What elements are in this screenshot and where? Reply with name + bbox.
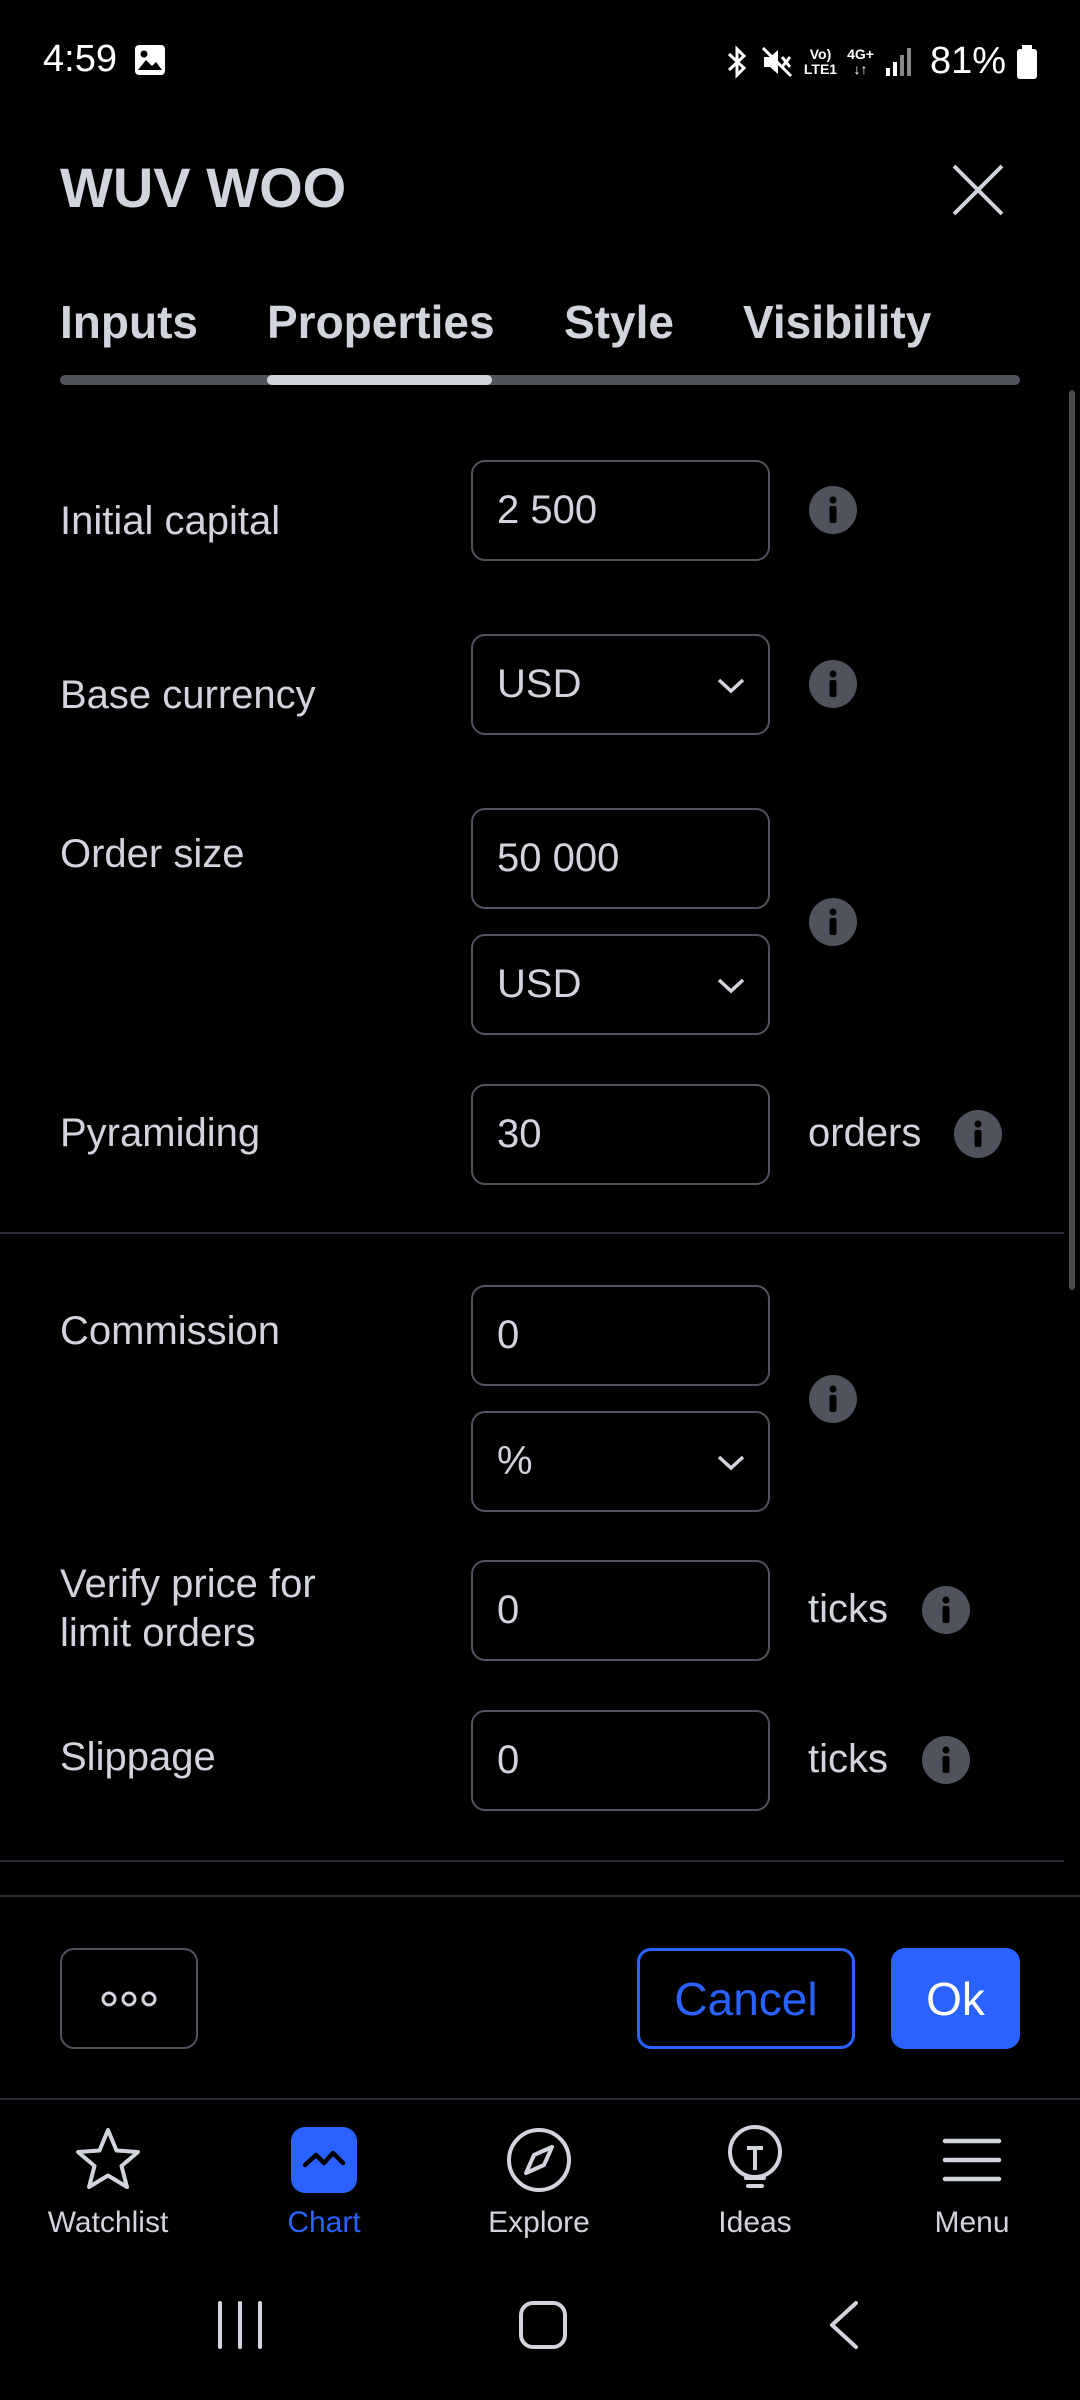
info-icon[interactable] bbox=[809, 1375, 857, 1423]
section-divider bbox=[0, 1860, 1064, 1862]
cancel-button[interactable]: Cancel bbox=[637, 1948, 855, 2049]
chevron-down-icon bbox=[717, 678, 745, 693]
recent-apps-icon[interactable] bbox=[212, 2300, 268, 2350]
order-size-unit-select[interactable]: USD bbox=[471, 934, 770, 1035]
scrollbar[interactable] bbox=[1069, 390, 1075, 1290]
volte-indicator: Vo) LTE1 bbox=[803, 45, 838, 77]
initial-capital-label: Initial capital bbox=[60, 499, 281, 543]
pyramiding-label: Pyramiding bbox=[60, 1111, 261, 1155]
verify-price-unit: ticks bbox=[808, 1587, 888, 1631]
status-bar: 4:59 Vo) LTE1 4G+ ↓↑ 81% bbox=[0, 0, 1080, 120]
home-icon[interactable] bbox=[518, 2300, 568, 2350]
base-currency-select[interactable]: USD bbox=[471, 634, 770, 735]
chevron-down-icon bbox=[717, 978, 745, 993]
hamburger-icon bbox=[942, 2138, 1002, 2182]
nav-chart[interactable]: Chart bbox=[224, 2100, 424, 2260]
system-nav-bar bbox=[0, 2260, 1080, 2400]
verify-price-input[interactable]: 0 bbox=[471, 1560, 770, 1661]
info-icon[interactable] bbox=[809, 660, 857, 708]
close-icon[interactable] bbox=[950, 162, 1006, 218]
slippage-unit: ticks bbox=[808, 1737, 888, 1781]
nav-ideas[interactable]: Ideas bbox=[655, 2100, 855, 2260]
bluetooth-icon bbox=[727, 44, 747, 79]
order-size-unit-value: USD bbox=[497, 962, 582, 1006]
pyramiding-input[interactable]: 30 bbox=[471, 1084, 770, 1185]
info-icon[interactable] bbox=[954, 1110, 1002, 1158]
gallery-notification-icon bbox=[135, 45, 165, 75]
chart-icon bbox=[291, 2127, 357, 2193]
info-icon[interactable] bbox=[809, 898, 857, 946]
data-arrows-icon: ↓↑ bbox=[853, 60, 868, 77]
order-size-input[interactable]: 50 000 bbox=[471, 808, 770, 909]
star-icon bbox=[76, 2128, 140, 2189]
nav-explore[interactable]: Explore bbox=[439, 2100, 639, 2260]
dialog-title: WUV WOO bbox=[60, 156, 347, 219]
nav-menu[interactable]: Menu bbox=[872, 2100, 1072, 2260]
info-icon[interactable] bbox=[922, 1736, 970, 1784]
nav-watchlist[interactable]: Watchlist bbox=[8, 2100, 208, 2260]
commission-unit-value: % bbox=[497, 1439, 533, 1483]
info-icon[interactable] bbox=[922, 1586, 970, 1634]
chevron-down-icon bbox=[717, 1455, 745, 1470]
verify-price-label: Verify price for limit orders bbox=[60, 1562, 316, 1655]
more-options-button[interactable] bbox=[60, 1948, 198, 2049]
order-size-label: Order size bbox=[60, 832, 245, 876]
slippage-label: Slippage bbox=[60, 1735, 216, 1779]
bottom-nav: Watchlist Chart Explore Ideas Menu bbox=[0, 2098, 1080, 2258]
status-time: 4:59 bbox=[43, 38, 117, 80]
tab-style[interactable]: Style bbox=[564, 295, 674, 349]
tab-visibility[interactable]: Visibility bbox=[743, 295, 931, 349]
tab-inputs[interactable]: Inputs bbox=[60, 295, 198, 349]
base-currency-label: Base currency bbox=[60, 673, 316, 717]
compass-icon bbox=[507, 2128, 571, 2192]
active-tab-indicator bbox=[267, 375, 492, 385]
tab-bar: Inputs Properties Style Visibility bbox=[60, 295, 1020, 385]
initial-capital-input[interactable]: 2 500 bbox=[471, 460, 770, 561]
battery-icon bbox=[1017, 44, 1037, 79]
tab-track bbox=[60, 375, 1020, 385]
info-icon[interactable] bbox=[809, 486, 857, 534]
pyramiding-unit: orders bbox=[808, 1111, 922, 1155]
more-dots-icon bbox=[101, 1991, 157, 2006]
network-type-indicator: 4G+ ↓↑ bbox=[847, 45, 874, 77]
lightbulb-icon bbox=[728, 2125, 782, 2188]
signal-icon bbox=[885, 47, 911, 76]
commission-input[interactable]: 0 bbox=[471, 1285, 770, 1386]
commission-unit-select[interactable]: % bbox=[471, 1411, 770, 1512]
footer-divider bbox=[0, 1895, 1080, 1897]
tab-properties[interactable]: Properties bbox=[267, 295, 495, 349]
base-currency-value: USD bbox=[497, 662, 582, 706]
battery-percent: 81% bbox=[929, 40, 1006, 82]
status-icons: Vo) LTE1 4G+ ↓↑ 81% bbox=[724, 40, 1038, 83]
commission-label: Commission bbox=[60, 1309, 281, 1353]
back-icon[interactable] bbox=[826, 2300, 862, 2350]
slippage-input[interactable]: 0 bbox=[471, 1710, 770, 1811]
ok-button[interactable]: Ok bbox=[891, 1948, 1020, 2049]
mute-icon bbox=[761, 46, 792, 77]
section-divider bbox=[0, 1232, 1064, 1234]
